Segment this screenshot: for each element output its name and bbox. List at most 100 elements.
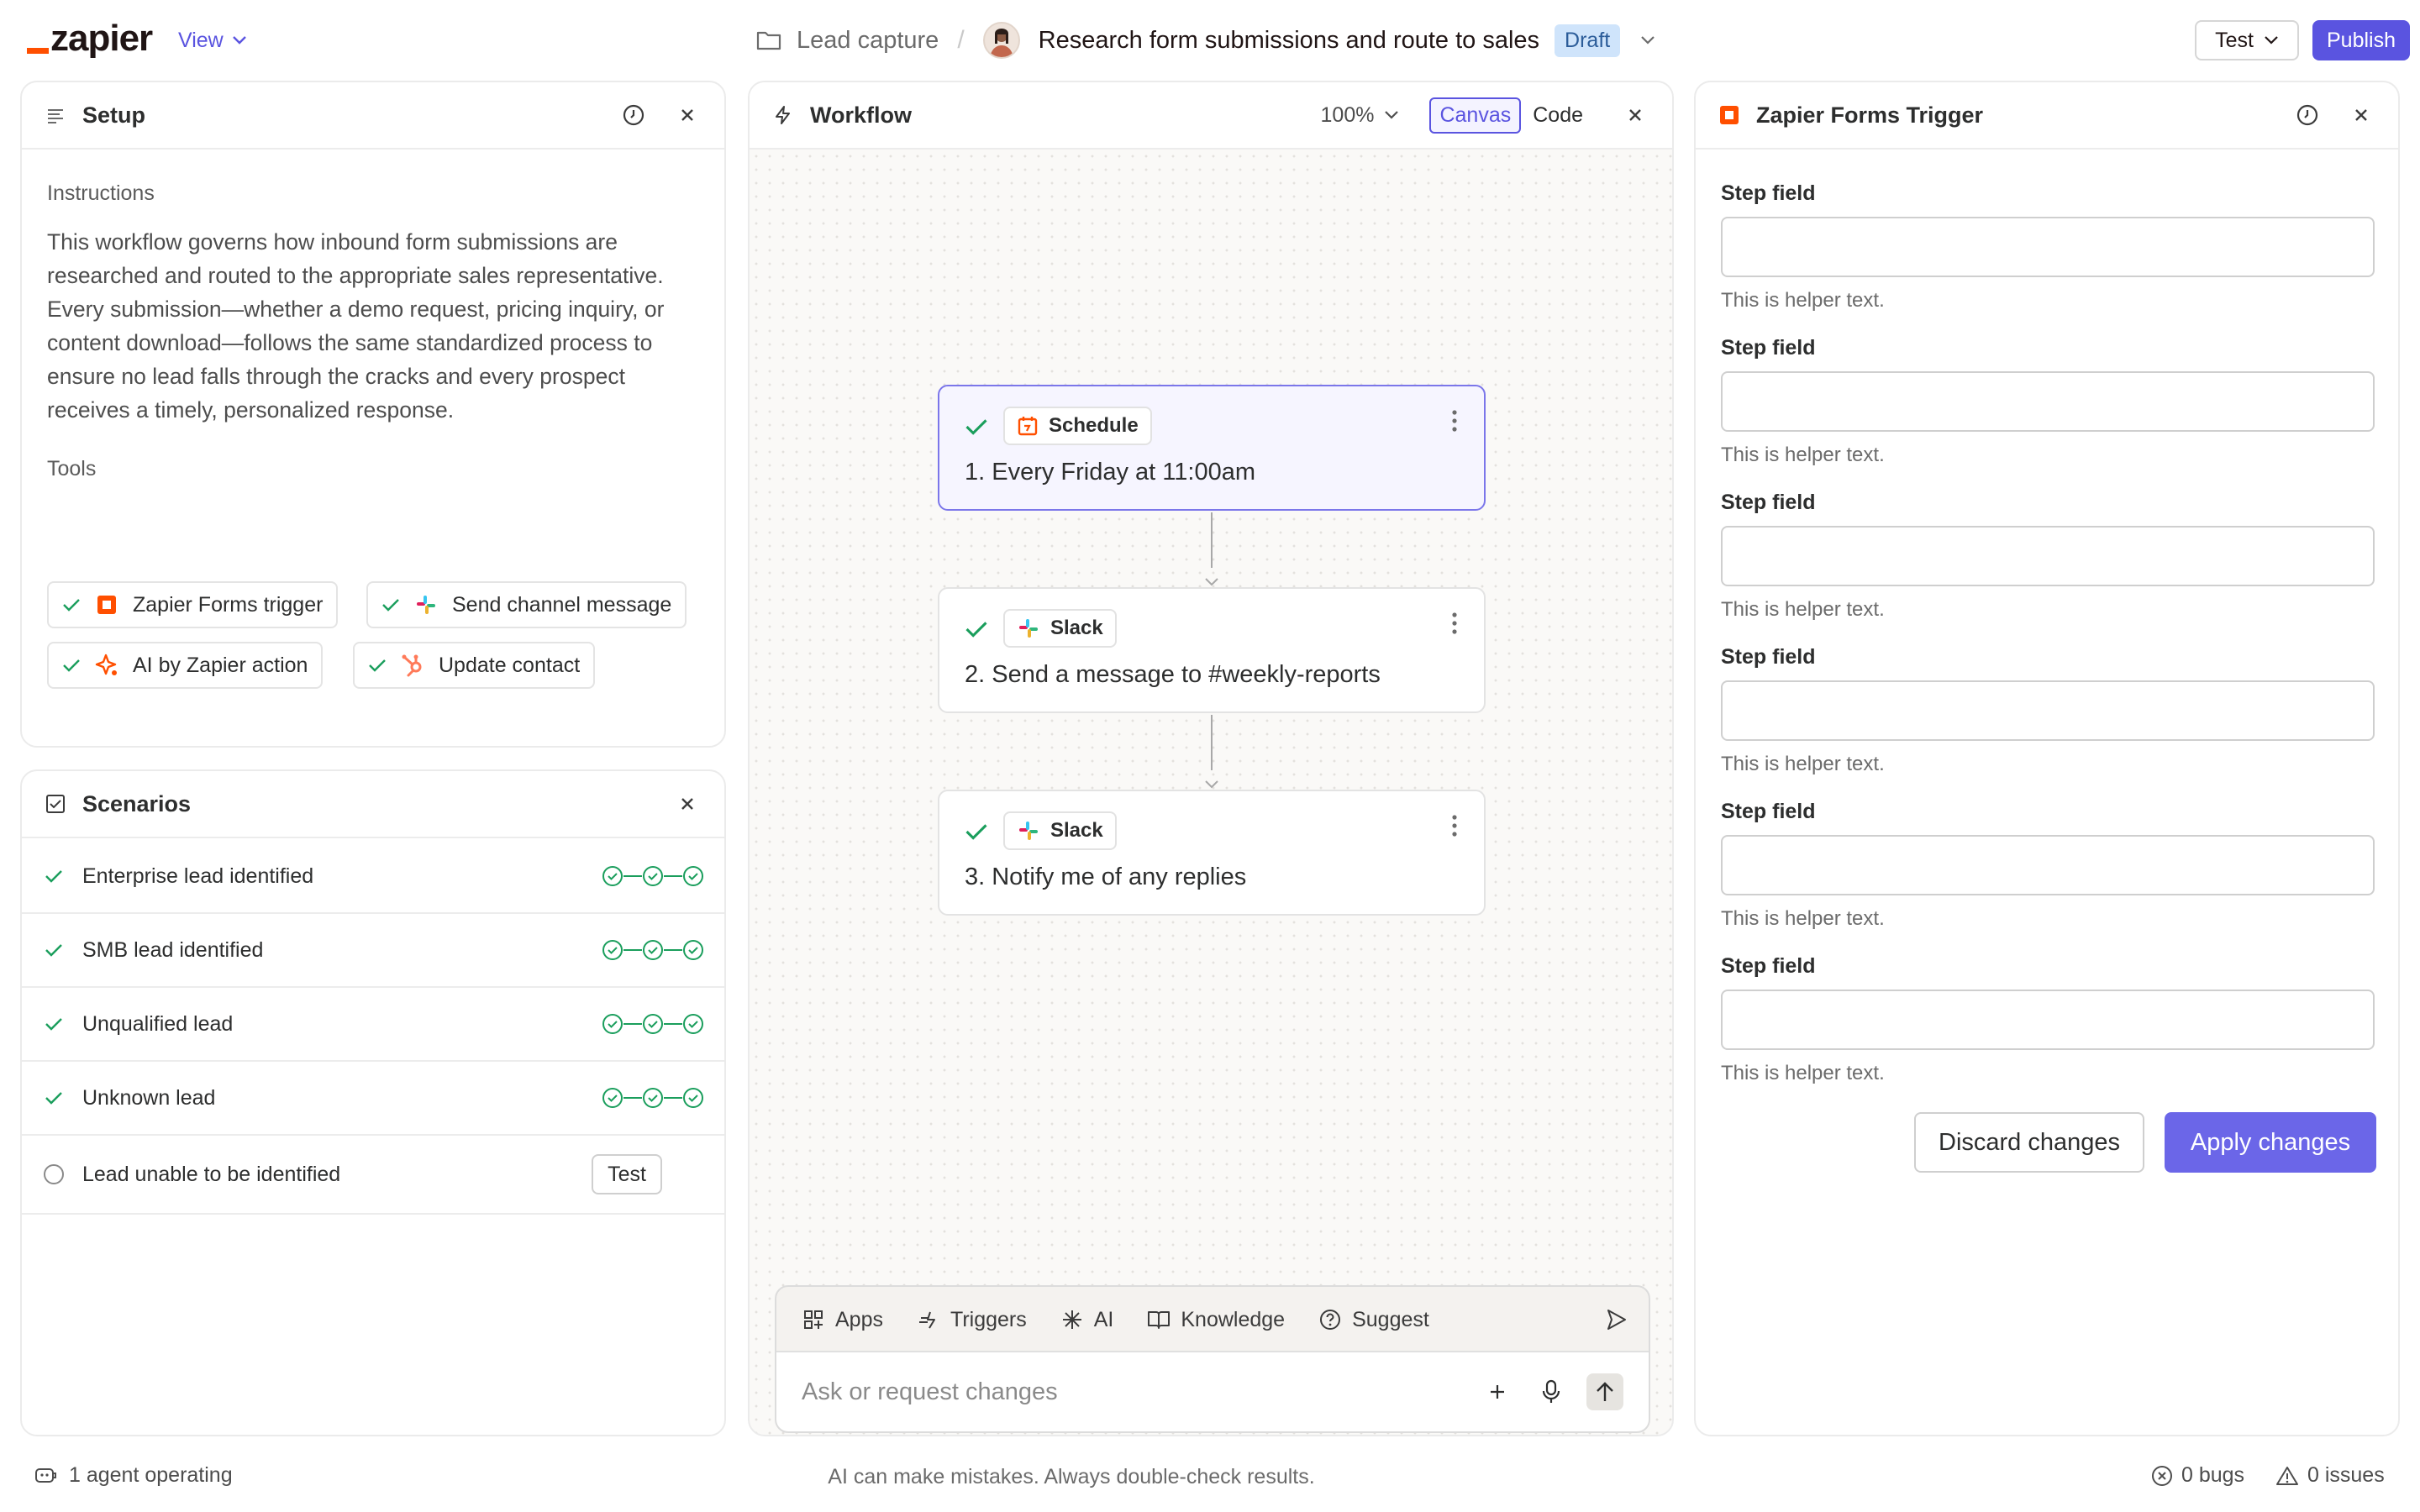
step-connector [1211, 512, 1213, 568]
scenario-label: Enterprise lead identified [82, 864, 314, 888]
scenario-row[interactable]: Unknown lead [22, 1062, 724, 1136]
add-button[interactable] [1479, 1373, 1516, 1410]
scenario-run-status [602, 1013, 704, 1035]
step-field-label: Step field [1721, 800, 1816, 823]
step-field-label: Step field [1721, 491, 1816, 514]
history-icon [623, 104, 644, 126]
step-description: 3. Notify me of any replies [965, 864, 1247, 890]
step-field-input[interactable] [1721, 217, 2375, 277]
publish-button[interactable]: Publish [2312, 20, 2410, 60]
tool-send-channel-message[interactable]: Send channel message [366, 581, 687, 628]
close-button[interactable] [674, 790, 701, 817]
x-circle-icon [2152, 1465, 2172, 1486]
breadcrumb: Lead capture / Research form submissions… [756, 18, 1655, 62]
scenario-row[interactable]: Lead unable to be identified Test [22, 1136, 724, 1215]
breadcrumb-folder[interactable]: Lead capture [797, 27, 939, 55]
scenario-run-status [602, 1087, 704, 1109]
workflow-title[interactable]: Research form submissions and route to s… [1039, 27, 1539, 55]
scenario-label: SMB lead identified [82, 937, 264, 962]
step-field-helper: This is helper text. [1721, 598, 1885, 621]
instructions-text: This workflow governs how inbound form s… [47, 229, 665, 423]
breadcrumb-separator: / [957, 26, 965, 54]
step-app-name: Schedule [1049, 414, 1139, 437]
tool-label: Send channel message [452, 592, 672, 617]
step-field-input[interactable] [1721, 680, 2375, 741]
tab-canvas[interactable]: Canvas [1429, 97, 1522, 134]
step-field-input[interactable] [1721, 526, 2375, 586]
chat-input[interactable] [802, 1378, 1462, 1406]
workflow-step[interactable]: Schedule 1. Every Friday at 11:00am [938, 385, 1486, 511]
check-circle-icon [602, 940, 623, 960]
check-circle-icon [683, 1014, 703, 1034]
send-button[interactable] [1586, 1373, 1623, 1410]
chat-tab-triggers[interactable]: Triggers [917, 1308, 1027, 1332]
workflow-step[interactable]: Slack 2. Send a message to #weekly-repor… [938, 587, 1486, 713]
more-icon[interactable] [1450, 813, 1459, 838]
microphone-button[interactable] [1533, 1373, 1570, 1410]
top-bar: zapier View Lead capture / Research form… [0, 0, 2420, 81]
zapier-logo[interactable]: zapier [27, 18, 153, 59]
scenario-row[interactable]: Unqualified lead [22, 988, 724, 1062]
history-icon [2296, 104, 2318, 126]
chat-tab-knowledge[interactable]: Knowledge [1147, 1308, 1285, 1332]
slack-icon [1019, 619, 1038, 638]
workflow-step[interactable]: Slack 3. Notify me of any replies [938, 790, 1486, 916]
close-icon [681, 109, 693, 121]
step-field-input[interactable] [1721, 371, 2375, 432]
issues-status[interactable]: 0 issues [2275, 1463, 2385, 1488]
close-button[interactable] [674, 102, 701, 129]
apply-changes-button[interactable]: Apply changes [2165, 1112, 2376, 1173]
step-field-label: Step field [1721, 954, 1816, 978]
close-icon [1629, 109, 1641, 121]
more-icon[interactable] [1450, 408, 1459, 433]
check-circle-icon [683, 940, 703, 960]
zoom-dropdown[interactable]: 100% [1321, 103, 1400, 128]
workflow-title-label: Workflow [810, 102, 912, 128]
scenario-row[interactable]: SMB lead identified [22, 914, 724, 988]
sparkle-icon [1062, 1310, 1081, 1329]
trigger-panel: Zapier Forms Trigger Step field This is … [1694, 81, 2400, 1436]
pointer-icon[interactable] [1603, 1307, 1628, 1332]
close-button[interactable] [1622, 102, 1649, 129]
history-button[interactable] [620, 102, 647, 129]
step-field-input[interactable] [1721, 835, 2375, 895]
step-description: 1. Every Friday at 11:00am [965, 459, 1256, 486]
tool-label: Update contact [439, 653, 581, 677]
apps-icon [804, 1310, 823, 1329]
step-field-input[interactable] [1721, 990, 2375, 1050]
check-icon [63, 659, 80, 672]
chevron-down-icon[interactable] [1640, 35, 1655, 45]
chat-tab-apps[interactable]: Apps [802, 1308, 883, 1332]
tool-label: AI by Zapier action [133, 653, 308, 677]
tab-code[interactable]: Code [1521, 99, 1595, 132]
step-description: 2. Send a message to #weekly-reports [965, 661, 1381, 688]
view-menu-button[interactable]: View [178, 24, 247, 57]
more-icon[interactable] [1450, 611, 1459, 636]
scenario-row[interactable]: Enterprise lead identified [22, 840, 724, 914]
trigger-title: Zapier Forms Trigger [1756, 102, 1984, 128]
chat-tab-suggest[interactable]: Suggest [1318, 1308, 1429, 1332]
check-icon [45, 944, 62, 957]
tool-zapier-forms[interactable]: Zapier Forms trigger [47, 581, 339, 628]
lines-icon [48, 109, 63, 123]
view-toggle: Canvas Code [1429, 97, 1595, 134]
lightning-icon [776, 106, 790, 124]
tools-label: Tools [47, 457, 97, 480]
check-circle-icon [643, 1088, 663, 1108]
issues-label: 0 issues [2307, 1463, 2385, 1487]
ai-disclaimer: AI can make mistakes. Always double-chec… [828, 1465, 1315, 1488]
scenario-test-button[interactable]: Test [592, 1154, 662, 1194]
test-button[interactable]: Test [2195, 20, 2299, 60]
discard-changes-button[interactable]: Discard changes [1914, 1112, 2144, 1173]
chat-tab-ai[interactable]: AI [1060, 1308, 1113, 1332]
avatar[interactable] [982, 22, 1020, 59]
scenario-label: Unknown lead [82, 1085, 216, 1110]
history-button[interactable] [2294, 102, 2321, 129]
avatar-illustration [989, 29, 1013, 57]
close-button[interactable] [2348, 102, 2375, 129]
view-label: View [178, 28, 224, 52]
arrow-up-icon [1597, 1382, 1613, 1401]
bugs-status[interactable]: 0 bugs [2151, 1463, 2244, 1488]
tool-ai-by-zapier[interactable]: AI by Zapier action [47, 642, 324, 689]
tool-update-contact[interactable]: Update contact [353, 642, 596, 689]
